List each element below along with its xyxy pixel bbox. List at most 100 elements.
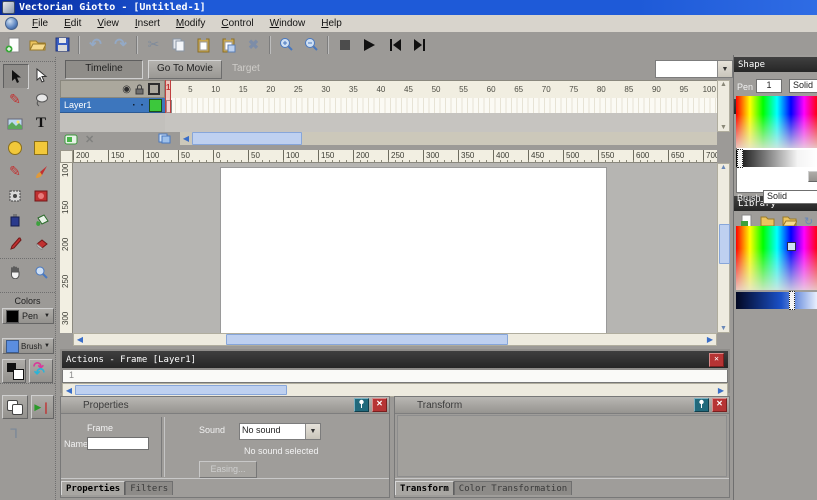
hand-tool[interactable]	[3, 260, 27, 283]
copy-button[interactable]	[166, 34, 191, 55]
actions-horizontal-scrollbar[interactable]: ◀ ▶	[62, 383, 728, 397]
pen-width-input[interactable]: 1	[756, 79, 782, 93]
canvas-hscroll-thumb[interactable]	[226, 334, 508, 345]
actions-close-button[interactable]: ✕	[709, 353, 724, 367]
menu-item-window[interactable]: Window	[262, 17, 314, 30]
tab-color-transformation[interactable]: Color Transformation	[454, 481, 572, 495]
paste-button[interactable]	[191, 34, 216, 55]
zoom-tool[interactable]	[29, 260, 53, 283]
shape-panel-header[interactable]: Shape	[734, 57, 817, 72]
show-hide-icon[interactable]: ◉	[122, 84, 131, 95]
canvas-vertical-scrollbar[interactable]: ▲ ▼	[717, 163, 730, 333]
rectangle-tool[interactable]	[29, 136, 53, 159]
snap-to-objects-button[interactable]	[2, 395, 28, 419]
go-to-movie-button[interactable]: Go To Movie	[148, 60, 222, 79]
redo-button[interactable]: ↷	[108, 34, 133, 55]
new-document-button[interactable]	[0, 34, 25, 55]
brush-color-button[interactable]: Brush ▼	[2, 338, 54, 354]
outline-icon[interactable]	[148, 83, 160, 95]
scroll-down-icon[interactable]: ▼	[718, 325, 729, 332]
paste-frames-button[interactable]	[216, 34, 241, 55]
insert-layer-icon[interactable]	[64, 134, 79, 145]
tab-filters[interactable]: Filters	[125, 481, 173, 495]
undo-button[interactable]: ↶	[83, 34, 108, 55]
frame-name-input[interactable]	[87, 437, 149, 450]
menu-item-help[interactable]: Help	[313, 17, 350, 30]
actions-scroll-thumb[interactable]	[75, 385, 287, 395]
menu-item-edit[interactable]: Edit	[56, 17, 89, 30]
zoom-in-button[interactable]	[274, 34, 299, 55]
brush-value-slider[interactable]	[736, 292, 817, 309]
zoom-out-button[interactable]	[299, 34, 324, 55]
default-colors-button[interactable]	[2, 359, 26, 383]
brush-tool[interactable]	[29, 160, 53, 183]
brush-slider-handle[interactable]	[789, 291, 795, 310]
layer-frames-strip[interactable]	[165, 98, 717, 113]
delete-button[interactable]: ✖	[241, 34, 266, 55]
go-to-first-frame-button[interactable]	[382, 34, 407, 55]
chevron-down-icon[interactable]: ▼	[717, 61, 732, 77]
pen-color-field[interactable]	[736, 96, 817, 148]
canvas-area[interactable]	[73, 163, 717, 333]
eraser-tool[interactable]	[29, 232, 53, 255]
tab-transform[interactable]: Transform	[395, 481, 454, 495]
layer-outline-swatch[interactable]	[149, 99, 162, 112]
menu-item-file[interactable]: File	[24, 17, 56, 30]
pen-color-button[interactable]: Pen ▼	[2, 308, 54, 324]
paint-bucket-tool[interactable]	[29, 208, 53, 231]
lasso-tool[interactable]	[29, 88, 53, 111]
transform-close-button[interactable]: ✕	[712, 398, 727, 412]
scroll-up-icon[interactable]: ▲	[718, 164, 729, 171]
timeline-horizontal-scrollbar[interactable]: ◀	[180, 132, 717, 145]
pencil-tool[interactable]: ✎	[3, 160, 27, 183]
timeline-tab-button[interactable]: Timeline	[65, 60, 143, 79]
oval-tool[interactable]	[3, 136, 27, 159]
chevron-down-icon[interactable]: ▼	[305, 424, 320, 439]
free-transform-tool[interactable]	[3, 184, 27, 207]
layer-visible-dot[interactable]: ·	[132, 100, 135, 111]
onion-skin-icon[interactable]	[158, 133, 171, 147]
menu-item-view[interactable]: View	[89, 17, 127, 30]
transform-pin-button[interactable]	[694, 398, 709, 412]
target-dropdown[interactable]: ▼	[655, 60, 733, 78]
eyedropper-tool[interactable]	[3, 232, 27, 255]
stage[interactable]	[220, 167, 607, 333]
scroll-left-icon[interactable]: ◀	[63, 386, 75, 395]
snap-align-button[interactable]: ▶❘	[31, 395, 54, 419]
brush-fill-dropdown[interactable]: Solid	[763, 190, 817, 204]
delete-layer-icon[interactable]: ✕	[85, 133, 94, 146]
properties-pin-button[interactable]	[354, 398, 369, 412]
brush-color-marker[interactable]	[787, 242, 796, 251]
cut-button[interactable]: ✂	[141, 34, 166, 55]
scroll-down-icon[interactable]: ▼	[718, 124, 729, 131]
ink-bottle-tool[interactable]	[3, 208, 27, 231]
sound-dropdown[interactable]: No sound ▼	[239, 423, 321, 440]
actions-title-bar[interactable]: Actions - Frame [Layer1] ✕	[62, 351, 728, 368]
scroll-left-icon[interactable]: ◀	[74, 335, 86, 344]
layer-lock-dot[interactable]: ·	[141, 100, 144, 111]
brush-color-field[interactable]	[736, 226, 817, 290]
pen-tool[interactable]	[3, 112, 27, 135]
timeline-scroll-thumb[interactable]	[192, 132, 302, 144]
go-to-last-frame-button[interactable]	[407, 34, 432, 55]
pen-value-slider[interactable]	[736, 150, 817, 167]
scroll-right-icon[interactable]: ▶	[704, 335, 716, 344]
properties-title-bar[interactable]: Properties ✕	[61, 397, 389, 414]
actions-code-area[interactable]: 1	[62, 370, 728, 383]
lock-icon[interactable]	[135, 84, 144, 95]
play-button[interactable]	[357, 34, 382, 55]
pen-fill-dropdown[interactable]: Solid	[789, 79, 817, 93]
properties-close-button[interactable]: ✕	[372, 398, 387, 412]
line-tool[interactable]: ✎	[3, 88, 27, 111]
color-more-button[interactable]	[808, 171, 817, 182]
scroll-right-icon[interactable]: ▶	[715, 386, 727, 395]
stop-button[interactable]	[332, 34, 357, 55]
canvas-horizontal-scrollbar[interactable]: ◀ ▶	[73, 333, 717, 346]
subselection-tool[interactable]	[29, 64, 53, 87]
selection-tool[interactable]	[3, 64, 29, 89]
fill-transform-tool[interactable]	[29, 184, 53, 207]
app-menu-icon[interactable]	[5, 17, 18, 30]
timeline-vertical-scrollbar[interactable]: ▲ ▼	[717, 80, 730, 132]
layer-row[interactable]: Layer1 · ·	[60, 98, 165, 113]
scroll-up-icon[interactable]: ▲	[718, 81, 729, 88]
